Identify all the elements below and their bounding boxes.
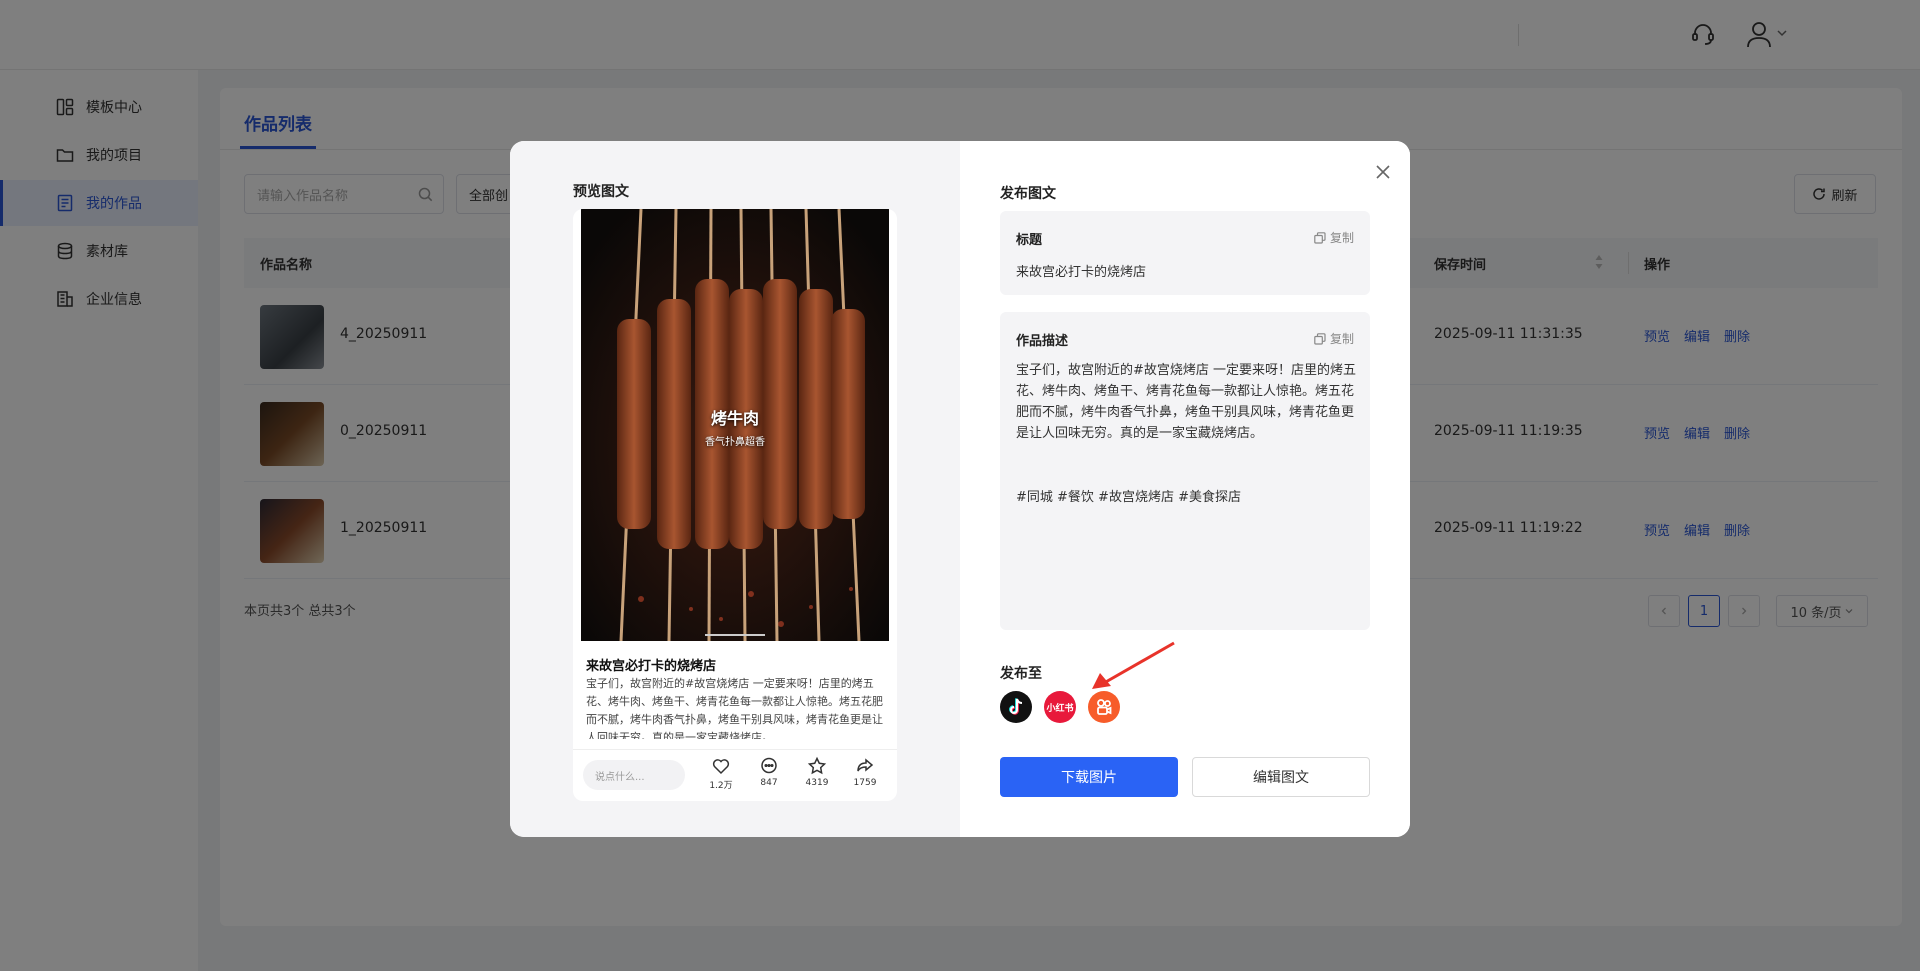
- publish-modal: 预览图文 烤牛肉 香气扑鼻超香 来故宫必打卡的烧烤店 宝子们，故宫附近的#故宫烧…: [510, 141, 1410, 837]
- copy-icon: [1314, 332, 1326, 345]
- close-icon[interactable]: [1374, 163, 1392, 181]
- phone-preview: 烤牛肉 香气扑鼻超香 来故宫必打卡的烧烤店 宝子们，故宫附近的#故宫烧烤店 一定…: [573, 209, 897, 801]
- publish-title: 发布图文: [1000, 186, 1056, 202]
- image-subcaption: 香气扑鼻超香: [705, 437, 765, 448]
- copy-description-button[interactable]: 复制: [1314, 330, 1354, 347]
- phone-action-bar: 说点什么... 1.2万 847 4319 1759: [573, 749, 897, 801]
- comment-stat[interactable]: 847: [751, 756, 787, 788]
- title-label: 标题: [1016, 233, 1043, 248]
- post-image: 烤牛肉 香气扑鼻超香: [581, 209, 889, 641]
- description-label: 作品描述: [1016, 334, 1069, 349]
- description-field: 作品描述 复制 宝子们，故宫附近的#故宫烧烤店 一定要来呀！店里的烤五花、烤牛肉…: [1000, 312, 1370, 630]
- image-caption: 烤牛肉: [710, 409, 759, 428]
- star-icon: [807, 756, 827, 775]
- kuaishou-icon[interactable]: [1088, 691, 1120, 723]
- preview-panel: 预览图文 烤牛肉 香气扑鼻超香 来故宫必打卡的烧烤店 宝子们，故宫附近的#故宫烧…: [510, 141, 960, 837]
- favorite-stat[interactable]: 4319: [799, 756, 835, 788]
- publish-panel: 发布图文 标题 复制 来故宫必打卡的烧烤店 作品描述 复制 宝子们，故宫附近的#…: [960, 141, 1410, 837]
- kuaishou-logo: [1097, 699, 1112, 715]
- post-body: 宝子们，故宫附近的#故宫烧烤店 一定要来呀！店里的烤五花、烤牛肉、烤鱼干、烤青花…: [586, 677, 883, 739]
- favorite-count: 4319: [805, 778, 829, 788]
- annotation-arrow-icon: [1092, 641, 1175, 689]
- comment-count: 847: [760, 778, 778, 788]
- copy-icon: [1314, 231, 1326, 244]
- edit-post-button[interactable]: 编辑图文: [1192, 757, 1370, 797]
- copy-title-button[interactable]: 复制: [1314, 229, 1354, 246]
- description-text: 宝子们，故宫附近的#故宫烧烤店 一定要来呀！店里的烤五花、烤牛肉、烤鱼干、烤青花…: [1016, 363, 1357, 441]
- copy-label: 复制: [1329, 231, 1354, 245]
- heart-icon: [712, 759, 730, 775]
- share-count: 1759: [853, 778, 877, 788]
- title-value: 来故宫必打卡的烧烤店: [1016, 265, 1147, 280]
- douyin-logo: [1009, 698, 1023, 715]
- douyin-icon[interactable]: [1000, 691, 1032, 723]
- xiaohongshu-icon[interactable]: 小红书: [1044, 691, 1076, 723]
- share-icon: [857, 758, 874, 772]
- title-field: 标题 复制 来故宫必打卡的烧烤店: [1000, 211, 1370, 295]
- download-images-button[interactable]: 下载图片: [1000, 757, 1178, 797]
- like-stat[interactable]: 1.2万: [703, 756, 739, 791]
- copy-label: 复制: [1329, 332, 1354, 346]
- comment-icon: [761, 757, 777, 774]
- description-tags: #同城 #餐饮 #故宫烧烤店 #美食探店: [1016, 490, 1241, 505]
- image-progress-indicator: [705, 634, 765, 636]
- preview-title: 预览图文: [573, 184, 629, 200]
- publish-to-label: 发布至: [1000, 666, 1042, 682]
- comment-input[interactable]: 说点什么...: [583, 760, 685, 790]
- share-stat[interactable]: 1759: [847, 756, 883, 788]
- like-count: 1.2万: [709, 781, 733, 791]
- post-title: 来故宫必打卡的烧烤店: [586, 659, 717, 674]
